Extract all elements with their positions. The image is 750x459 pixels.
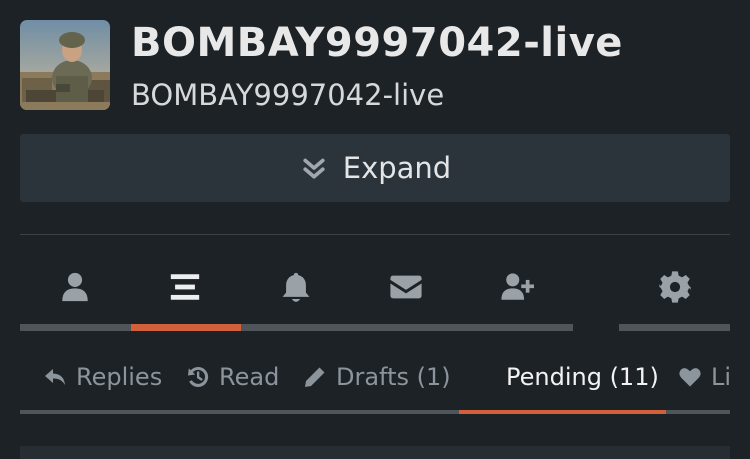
content-panel	[20, 446, 730, 459]
tab-indicator	[241, 324, 573, 331]
sub-tab-indicator-active	[459, 410, 666, 414]
tab-pending[interactable]: Pending (11)	[506, 350, 659, 404]
list-icon	[170, 274, 200, 300]
tab-replies[interactable]: Replies	[43, 350, 162, 404]
profile-subtitle: BOMBAY9997042-live	[131, 78, 445, 112]
divider	[20, 234, 730, 235]
tab-label: Read	[219, 363, 280, 391]
tab-likes[interactable]: Li	[678, 350, 731, 404]
expand-button[interactable]: Expand	[20, 134, 730, 202]
user-icon	[62, 272, 88, 302]
double-chevron-down-icon	[303, 158, 325, 179]
sub-tab-bar: Replies Read Drafts (1) Pending (11) Li	[20, 350, 731, 404]
tab-label: Drafts (1)	[336, 363, 451, 391]
envelope-icon	[390, 275, 422, 299]
gear-icon	[659, 271, 691, 303]
tab-settings[interactable]	[620, 258, 730, 316]
reply-icon	[45, 369, 65, 385]
tab-profile[interactable]	[20, 258, 130, 316]
tab-drafts[interactable]: Drafts (1)	[303, 350, 451, 404]
user-plus-icon	[501, 273, 534, 300]
tab-messages[interactable]	[351, 258, 461, 316]
tab-posts[interactable]	[130, 258, 240, 316]
pencil-icon	[305, 367, 325, 387]
expand-label: Expand	[342, 151, 452, 185]
tab-label: Pending (11)	[506, 363, 659, 391]
tab-follow[interactable]	[462, 258, 572, 316]
avatar[interactable]	[20, 20, 110, 110]
profile-title: BOMBAY9997042-live	[131, 20, 623, 66]
tab-read[interactable]: Read	[186, 350, 279, 404]
history-icon	[188, 366, 209, 387]
tab-label: Replies	[76, 363, 163, 391]
tab-indicator-active	[131, 324, 241, 331]
tab-label: Li	[711, 363, 732, 391]
tab-indicator	[619, 324, 730, 331]
tab-notifications[interactable]	[241, 258, 351, 316]
profile-header: BOMBAY9997042-live BOMBAY9997042-live	[20, 20, 730, 112]
heart-icon	[679, 368, 701, 387]
bell-icon	[282, 272, 310, 302]
tab-indicator	[20, 324, 131, 331]
